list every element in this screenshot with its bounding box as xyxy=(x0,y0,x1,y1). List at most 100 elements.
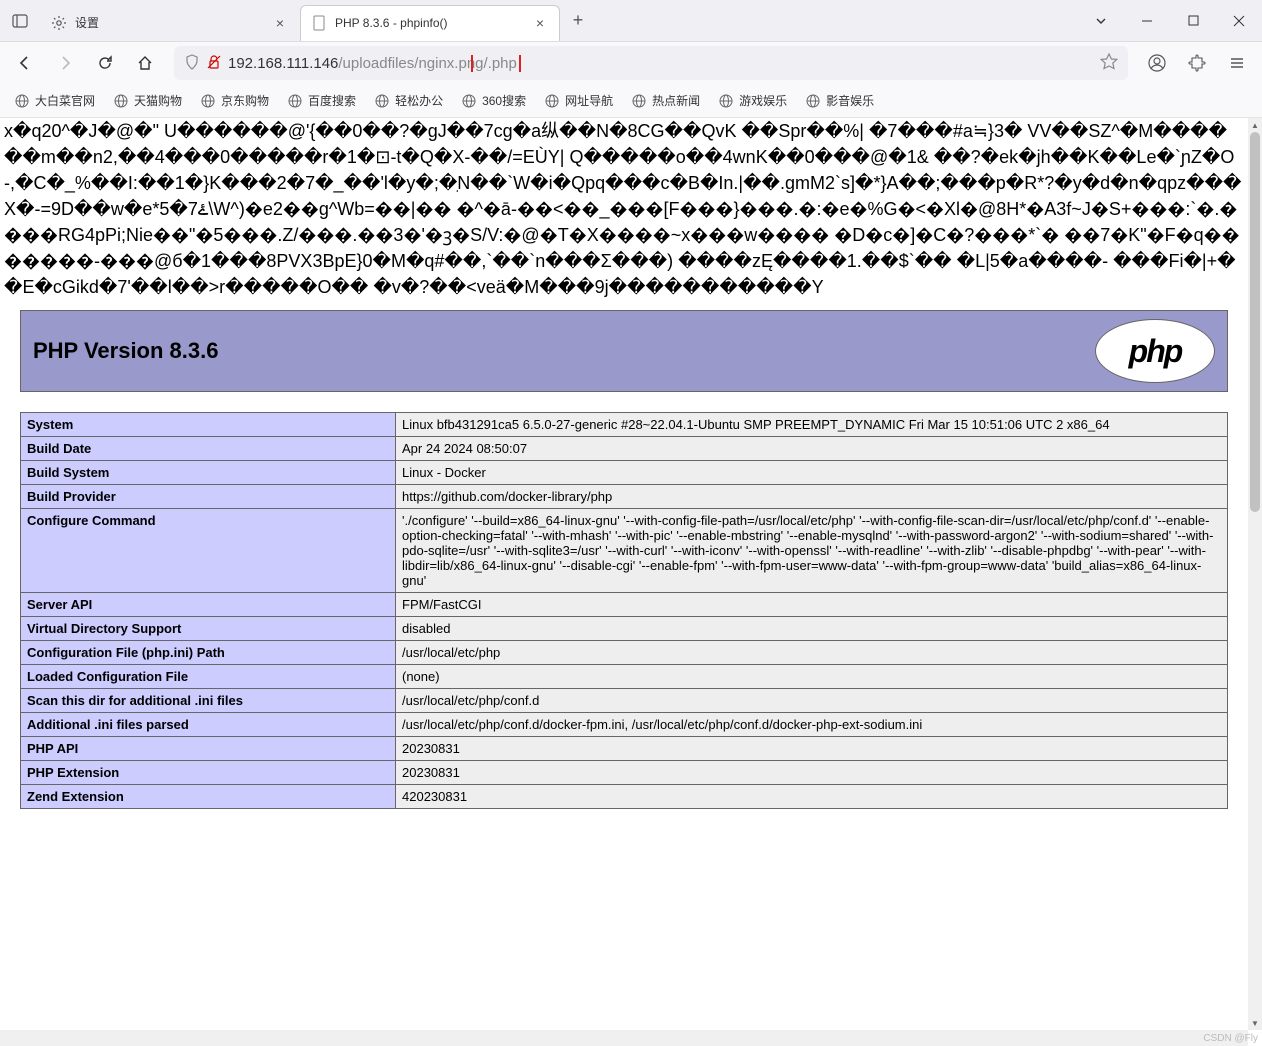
home-button[interactable] xyxy=(128,46,162,80)
bookmark-label: 网址导航 xyxy=(565,92,613,109)
lock-insecure-icon[interactable] xyxy=(206,54,222,73)
bookmark-item[interactable]: 大白菜官网 xyxy=(6,89,103,112)
scrollbar-thumb[interactable] xyxy=(1250,132,1260,512)
bookmark-star-button[interactable] xyxy=(1100,53,1118,74)
info-key: Build Date xyxy=(21,437,396,461)
table-row: Loaded Configuration File(none) xyxy=(21,665,1228,689)
table-row: Virtual Directory Supportdisabled xyxy=(21,617,1228,641)
table-row: Configure Command'./configure' '--build=… xyxy=(21,509,1228,593)
globe-icon xyxy=(544,93,560,109)
info-key: Configure Command xyxy=(21,509,396,593)
chevron-down-icon xyxy=(1094,14,1108,28)
app-menu-button[interactable] xyxy=(1220,46,1254,80)
info-value: FPM/FastCGI xyxy=(396,593,1228,617)
tab-title: 设置 xyxy=(75,14,271,31)
bookmark-label: 京东购物 xyxy=(221,92,269,109)
bookmark-item[interactable]: 网址导航 xyxy=(536,89,621,112)
info-value: /usr/local/etc/php/conf.d/docker-fpm.ini… xyxy=(396,713,1228,737)
forward-button[interactable] xyxy=(48,46,82,80)
tab-bar: 设置 × PHP 8.3.6 - phpinfo() × + xyxy=(0,0,1262,42)
info-key: Additional .ini files parsed xyxy=(21,713,396,737)
bookmark-item[interactable]: 天猫购物 xyxy=(105,89,190,112)
account-button[interactable] xyxy=(1140,46,1174,80)
tab-close-button[interactable]: × xyxy=(531,14,549,32)
table-row: Scan this dir for additional .ini files/… xyxy=(21,689,1228,713)
gear-icon xyxy=(51,15,67,31)
url-bar[interactable]: 192.168.111.146/uploadfiles/nginx.png/.p… xyxy=(174,46,1128,80)
tab-close-button[interactable]: × xyxy=(271,14,289,32)
info-key: Configuration File (php.ini) Path xyxy=(21,641,396,665)
bookmark-label: 影音娱乐 xyxy=(826,92,874,109)
globe-icon xyxy=(200,93,216,109)
php-version-header: PHP Version 8.3.6 php xyxy=(20,310,1228,392)
new-tab-button[interactable]: + xyxy=(560,3,596,39)
close-icon xyxy=(1233,15,1245,27)
extensions-button[interactable] xyxy=(1180,46,1214,80)
bookmark-item[interactable]: 游戏娱乐 xyxy=(710,89,795,112)
table-row: Build SystemLinux - Docker xyxy=(21,461,1228,485)
globe-icon xyxy=(461,93,477,109)
close-window-button[interactable] xyxy=(1216,0,1262,42)
globe-icon xyxy=(718,93,734,109)
info-key: Build System xyxy=(21,461,396,485)
horizontal-scrollbar[interactable] xyxy=(0,1030,1248,1046)
binary-garbage-text: x�q20^�J�@�" U������@'{��0��?�gJ��7cg�a纵… xyxy=(0,118,1248,310)
info-value: Apr 24 2024 08:50:07 xyxy=(396,437,1228,461)
bookmark-label: 轻松办公 xyxy=(395,92,443,109)
info-key: Build Provider xyxy=(21,485,396,509)
bookmark-label: 热点新闻 xyxy=(652,92,700,109)
php-logo-text: php xyxy=(1129,333,1182,370)
info-key: PHP API xyxy=(21,737,396,761)
bookmark-item[interactable]: 热点新闻 xyxy=(623,89,708,112)
info-value: (none) xyxy=(396,665,1228,689)
info-value: /usr/local/etc/php/conf.d xyxy=(396,689,1228,713)
bookmark-label: 百度搜索 xyxy=(308,92,356,109)
tab-settings[interactable]: 设置 × xyxy=(40,5,300,41)
table-row: Build DateApr 24 2024 08:50:07 xyxy=(21,437,1228,461)
info-key: Server API xyxy=(21,593,396,617)
maximize-icon xyxy=(1188,15,1199,26)
puzzle-icon xyxy=(1188,54,1206,72)
scroll-down-arrow[interactable]: ▼ xyxy=(1248,1016,1262,1030)
info-value: disabled xyxy=(396,617,1228,641)
watermark: CSDN @Fly xyxy=(1203,1033,1258,1044)
shield-icon[interactable] xyxy=(184,54,200,73)
page-icon xyxy=(311,15,327,31)
bookmark-label: 大白菜官网 xyxy=(35,92,95,109)
back-button[interactable] xyxy=(8,46,42,80)
info-key: Zend Extension xyxy=(21,785,396,809)
tab-phpinfo[interactable]: PHP 8.3.6 - phpinfo() × xyxy=(300,5,560,41)
bookmark-item[interactable]: 影音娱乐 xyxy=(797,89,882,112)
arrow-right-icon xyxy=(57,55,73,71)
php-version-title: PHP Version 8.3.6 xyxy=(33,338,1095,364)
bookmark-item[interactable]: 京东购物 xyxy=(192,89,277,112)
globe-icon xyxy=(374,93,390,109)
bookmark-item[interactable]: 百度搜索 xyxy=(279,89,364,112)
minimize-button[interactable] xyxy=(1124,0,1170,42)
reload-button[interactable] xyxy=(88,46,122,80)
maximize-button[interactable] xyxy=(1170,0,1216,42)
arrow-left-icon xyxy=(17,55,33,71)
page-content: x�q20^�J�@�" U������@'{��0��?�gJ��7cg�a纵… xyxy=(0,118,1248,1030)
table-row: Additional .ini files parsed/usr/local/e… xyxy=(21,713,1228,737)
bookmark-item[interactable]: 轻松办公 xyxy=(366,89,451,112)
info-key: Loaded Configuration File xyxy=(21,665,396,689)
globe-icon xyxy=(805,93,821,109)
tab-list-button[interactable] xyxy=(1078,0,1124,42)
table-row: Configuration File (php.ini) Path/usr/lo… xyxy=(21,641,1228,665)
bookmark-label: 游戏娱乐 xyxy=(739,92,787,109)
bookmark-item[interactable]: 360搜索 xyxy=(453,89,534,112)
info-value: /usr/local/etc/php xyxy=(396,641,1228,665)
table-row: Zend Extension420230831 xyxy=(21,785,1228,809)
sidebar-toggle-button[interactable] xyxy=(0,1,40,41)
globe-icon xyxy=(631,93,647,109)
vertical-scrollbar[interactable]: ▲ ▼ xyxy=(1248,118,1262,1030)
phpinfo-table: SystemLinux bfb431291ca5 6.5.0-27-generi… xyxy=(20,412,1228,809)
account-icon xyxy=(1148,54,1166,72)
scroll-up-arrow[interactable]: ▲ xyxy=(1248,118,1262,132)
bookmark-label: 天猫购物 xyxy=(134,92,182,109)
menu-icon xyxy=(1229,55,1245,71)
info-value: Linux - Docker xyxy=(396,461,1228,485)
phpinfo-section: PHP Version 8.3.6 php SystemLinux bfb431… xyxy=(0,310,1248,809)
bookmarks-bar: 大白菜官网 天猫购物 京东购物 百度搜索 轻松办公 360搜索 网址导航 热点新闻 游戏娱乐 影音… xyxy=(0,84,1262,118)
